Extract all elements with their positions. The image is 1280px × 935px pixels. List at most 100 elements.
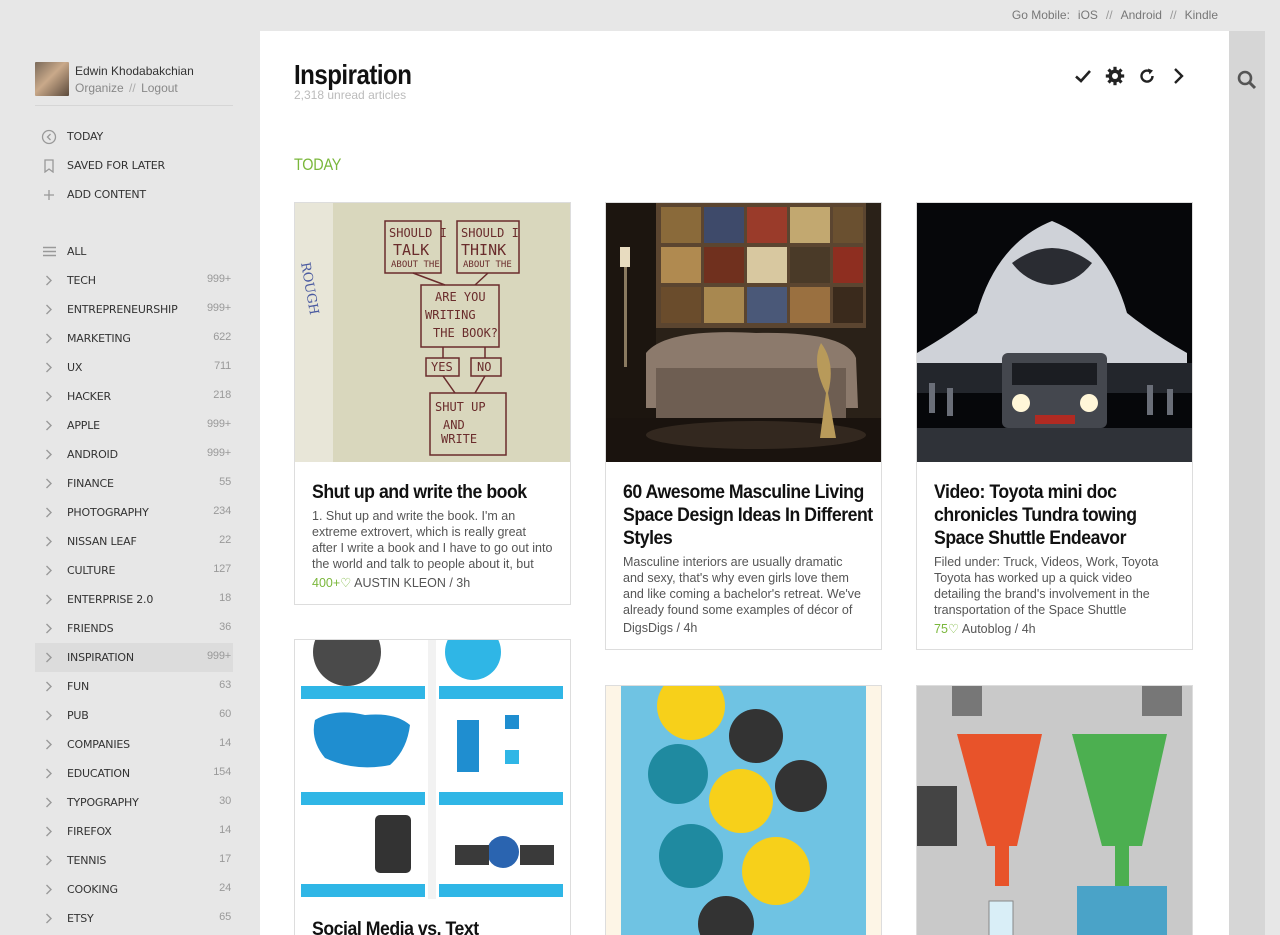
chevron-right-icon: [35, 623, 63, 634]
sidebar-item-label: ENTERPRISE 2.0: [67, 593, 154, 606]
unread-count-badge: 999+: [207, 447, 231, 459]
heart-icon: ♡: [340, 576, 352, 590]
settings-button[interactable]: [1105, 66, 1125, 92]
android-link[interactable]: Android: [1121, 8, 1162, 22]
sidebar-item-android[interactable]: ANDROID 999+: [35, 440, 233, 469]
article-age: 4h: [1021, 622, 1036, 636]
article-age: 4h: [683, 621, 698, 635]
bookmark-icon: [35, 158, 63, 173]
article-image[interactable]: [606, 686, 881, 935]
article-text: Shut up and write the book 1. Shut up an…: [295, 462, 570, 590]
sidebar-item-label: HACKER: [67, 390, 111, 403]
article-title[interactable]: 60 Awesome Masculine Living Space Design…: [623, 481, 874, 550]
unread-count: 2,318 unread articles: [294, 88, 407, 102]
article-card[interactable]: 60 Awesome Masculine Living Space Design…: [605, 202, 882, 650]
search-button[interactable]: [1236, 69, 1258, 91]
sidebar-item-hacker[interactable]: HACKER 218: [35, 382, 233, 411]
sidebar-item-culture[interactable]: CULTURE 127: [35, 556, 233, 585]
sidebar-item-all[interactable]: ALL: [35, 237, 233, 266]
article-card[interactable]: [916, 685, 1193, 935]
sidebar-item-friends[interactable]: FRIENDS 36: [35, 614, 233, 643]
sidebar-item-label: ALL: [67, 245, 87, 258]
unread-count-badge: 63: [219, 679, 231, 691]
refresh-icon: [1138, 67, 1156, 91]
organize-link[interactable]: Organize: [75, 81, 124, 95]
sidebar-item-fun[interactable]: FUN 63: [35, 672, 233, 701]
sidebar-item-label: TENNIS: [67, 854, 107, 867]
article-card[interactable]: Video: Toyota mini doc chronicles Tundra…: [916, 202, 1193, 650]
sidebar-item-label: FUN: [67, 680, 90, 693]
article-card[interactable]: Social Media vs. Text: [294, 639, 571, 935]
article-source[interactable]: Autoblog: [962, 622, 1011, 636]
sidebar-item-finance[interactable]: FINANCE 55: [35, 469, 233, 498]
article-image[interactable]: [917, 686, 1192, 935]
article-title[interactable]: Video: Toyota mini doc chronicles Tundra…: [934, 481, 1185, 550]
article-card[interactable]: [605, 685, 882, 935]
article-image[interactable]: [606, 203, 881, 462]
article-image[interactable]: [917, 203, 1192, 462]
unread-count-badge: 30: [219, 795, 231, 807]
save-count: 75: [934, 622, 948, 636]
chevron-right-icon: [35, 333, 63, 344]
sidebar-item-companies[interactable]: COMPANIES 14: [35, 730, 233, 759]
svg-text:WRITE: WRITE: [441, 432, 477, 446]
article-source[interactable]: DigsDigs: [623, 621, 673, 635]
gear-icon: [1105, 66, 1125, 92]
sidebar-item-nissan-leaf[interactable]: NISSAN LEAF 22: [35, 527, 233, 556]
chevron-right-icon: [35, 710, 63, 721]
refresh-button[interactable]: [1137, 67, 1157, 91]
sidebar-item-apple[interactable]: APPLE 999+: [35, 411, 233, 440]
sidebar-item-etsy[interactable]: ETSY 65: [35, 904, 233, 933]
article-card[interactable]: ROUGH SHOULD I TALK ABOUT THE SHOULD I THIN…: [294, 202, 571, 605]
sidebar-item-cooking[interactable]: COOKING 24: [35, 875, 233, 904]
article-meta: DigsDigs / 4h: [623, 621, 698, 635]
next-button[interactable]: [1169, 67, 1189, 91]
section-heading-today: TODAY: [294, 155, 342, 174]
sidebar-item-label: COOKING: [67, 883, 118, 896]
avatar[interactable]: [35, 62, 69, 96]
sidebar-item-entrepreneurship[interactable]: ENTREPRENEURSHIP 999+: [35, 295, 233, 324]
article-image[interactable]: ROUGH SHOULD I TALK ABOUT THE SHOULD I THIN…: [295, 203, 570, 462]
svg-text:WRITING: WRITING: [425, 308, 476, 322]
ios-link[interactable]: iOS: [1078, 8, 1098, 22]
separator: //: [1169, 8, 1177, 22]
sidebar-item-inspiration[interactable]: INSPIRATION 999+: [35, 643, 233, 672]
mark-read-button[interactable]: [1073, 67, 1093, 91]
sidebar-item-typography[interactable]: TYPOGRAPHY 30: [35, 788, 233, 817]
article-title[interactable]: Social Media vs. Text: [312, 918, 563, 935]
unread-count-badge: 622: [213, 331, 231, 343]
chevron-right-icon: [35, 362, 63, 373]
sidebar-item-label: NISSAN LEAF: [67, 535, 137, 548]
svg-text:AND: AND: [443, 418, 465, 432]
svg-text:SHOULD I: SHOULD I: [461, 226, 519, 240]
article-image[interactable]: [295, 640, 570, 899]
sidebar-item-enterprise-2-0[interactable]: ENTERPRISE 2.0 18: [35, 585, 233, 614]
unread-count-badge: 17: [219, 853, 231, 865]
article-text: Video: Toyota mini doc chronicles Tundra…: [917, 462, 1192, 636]
sidebar-item-education[interactable]: EDUCATION 154: [35, 759, 233, 788]
chevron-right-icon: [35, 304, 63, 315]
sidebar-item-ux[interactable]: UX 711: [35, 353, 233, 382]
nav-label: SAVED FOR LATER: [67, 159, 165, 172]
chevron-right-icon: [35, 449, 63, 460]
sidebar-item-label: CULTURE: [67, 564, 116, 577]
main-content: Inspiration 2,318 unread articles TODAY …: [260, 31, 1229, 935]
logout-link[interactable]: Logout: [141, 81, 178, 95]
nav-saved-for-later[interactable]: SAVED FOR LATER: [35, 151, 233, 180]
sidebar-item-tech[interactable]: TECH 999+: [35, 266, 233, 295]
sidebar-item-tennis[interactable]: TENNIS 17: [35, 846, 233, 875]
svg-text:NO: NO: [477, 360, 491, 374]
sidebar-item-photography[interactable]: PHOTOGRAPHY 234: [35, 498, 233, 527]
unread-count-badge: 234: [213, 505, 231, 517]
kindle-link[interactable]: Kindle: [1185, 8, 1218, 22]
sidebar-item-firefox[interactable]: FIREFOX 14: [35, 817, 233, 846]
chevron-right-icon: [35, 855, 63, 866]
infographic-social-image: [295, 640, 570, 899]
article-title[interactable]: Shut up and write the book: [312, 481, 563, 504]
nav-today[interactable]: TODAY: [35, 122, 233, 151]
article-source[interactable]: AUSTIN KLEON: [354, 576, 446, 590]
nav-label: ADD CONTENT: [67, 188, 146, 201]
nav-add-content[interactable]: ADD CONTENT: [35, 180, 233, 209]
sidebar-item-pub[interactable]: PUB 60: [35, 701, 233, 730]
sidebar-item-marketing[interactable]: MARKETING 622: [35, 324, 233, 353]
